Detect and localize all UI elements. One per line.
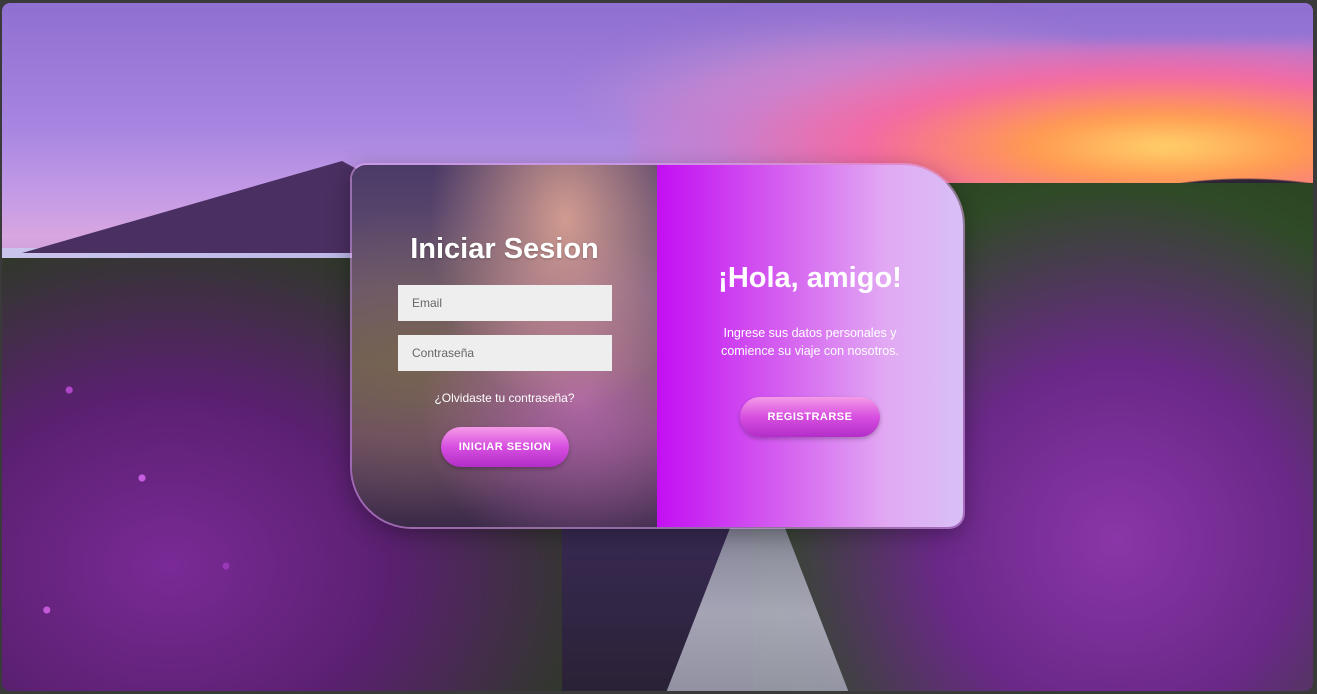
email-field[interactable]	[398, 285, 612, 321]
welcome-title: ¡Hola, amigo!	[718, 262, 902, 294]
welcome-message: Ingrese sus datos personales y comience …	[721, 326, 899, 358]
password-field[interactable]	[398, 335, 612, 371]
register-button[interactable]: REGISTRARSE	[740, 397, 880, 437]
welcome-panel: ¡Hola, amigo! Ingrese sus datos personal…	[657, 165, 963, 527]
login-title: Iniciar Sesion	[410, 233, 599, 265]
login-panel: Iniciar Sesion ¿Olvidaste tu contraseña?…	[352, 165, 657, 527]
login-button[interactable]: INICIAR SESION	[441, 427, 569, 467]
auth-card: Iniciar Sesion ¿Olvidaste tu contraseña?…	[352, 165, 963, 527]
forgot-password-link[interactable]: ¿Olvidaste tu contraseña?	[352, 391, 657, 405]
